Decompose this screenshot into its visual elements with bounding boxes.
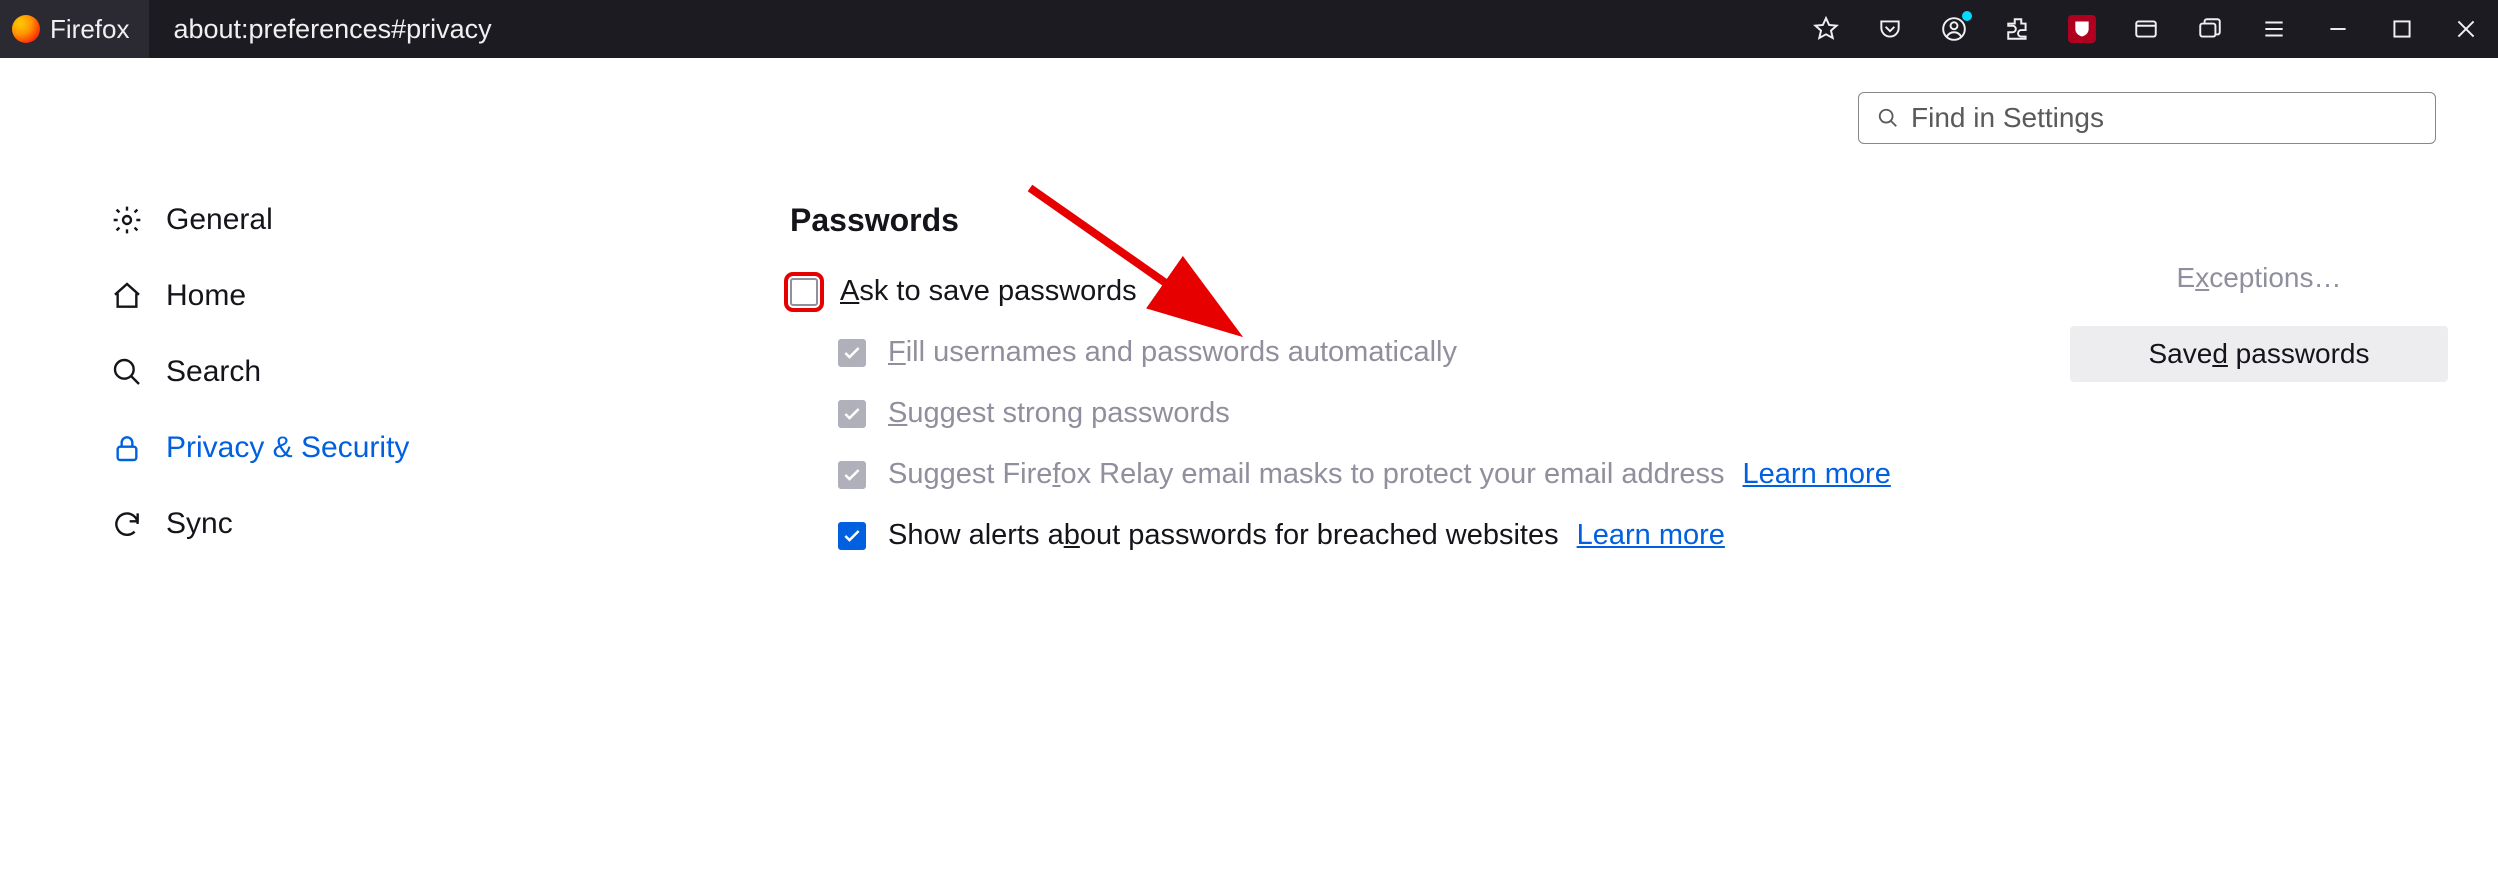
main-panel: Passwords Ask to save passwords Fill use… (490, 58, 2498, 880)
app-label: Firefox (0, 0, 149, 58)
checkbox-suggest-strong (838, 400, 866, 428)
app-menu-icon[interactable] (2260, 15, 2288, 43)
sidebar-item-label: General (166, 203, 273, 237)
option-label: Ask to save passwords (840, 275, 1137, 308)
sidebar-item-general[interactable]: General (110, 182, 490, 258)
bookmark-star-icon[interactable] (1812, 15, 1840, 43)
home-icon (110, 279, 144, 313)
saved-passwords-button[interactable]: Saved passwords (2070, 326, 2448, 382)
sidebar-icon[interactable] (2132, 15, 2160, 43)
exceptions-button: Exceptions… (2070, 250, 2448, 306)
content-area: Find in Settings General Home Search Pr (0, 58, 2498, 880)
titlebar: Firefox about:preferences#privacy (0, 0, 2498, 58)
extensions-icon[interactable] (2004, 15, 2032, 43)
ublock-icon[interactable] (2068, 15, 2096, 43)
gear-icon (110, 203, 144, 237)
sidebar-item-sync[interactable]: Sync (110, 486, 490, 562)
option-label: Suggest strong passwords (888, 397, 1230, 430)
window-minimize-icon[interactable] (2324, 15, 2352, 43)
option-suggest-relay: Suggest Firefox Relay email masks to pro… (838, 458, 2498, 491)
learn-more-breach-link[interactable]: Learn more (1577, 519, 1725, 552)
section-heading-passwords: Passwords (790, 202, 2498, 239)
search-icon (110, 355, 144, 389)
toolbar-right (1812, 0, 2498, 58)
sidebar-item-label: Sync (166, 507, 233, 541)
app-name: Firefox (50, 14, 129, 45)
button-label: Saved passwords (2148, 338, 2369, 370)
account-icon[interactable] (1940, 15, 1968, 43)
sidebar-item-label: Search (166, 355, 261, 389)
sidebar-item-search[interactable]: Search (110, 334, 490, 410)
window-maximize-icon[interactable] (2388, 15, 2416, 43)
sync-icon (110, 507, 144, 541)
tabs-icon[interactable] (2196, 15, 2224, 43)
side-buttons: Exceptions… Saved passwords (2070, 250, 2448, 382)
firefox-logo-icon (12, 15, 40, 43)
option-label: Show alerts about passwords for breached… (888, 519, 1559, 552)
sidebar-item-label: Home (166, 279, 246, 313)
sidebar-item-home[interactable]: Home (110, 258, 490, 334)
checkbox-ask-save[interactable] (790, 278, 818, 306)
option-label: Suggest Firefox Relay email masks to pro… (888, 458, 1725, 491)
url-text: about:preferences#privacy (173, 14, 491, 45)
pocket-icon[interactable] (1876, 15, 1904, 43)
lock-icon (110, 431, 144, 465)
sidebar-item-label: Privacy & Security (166, 431, 409, 465)
checkbox-fill-auto (838, 339, 866, 367)
sidebar: General Home Search Privacy & Security S… (0, 58, 490, 880)
button-label: Exceptions… (2177, 262, 2342, 294)
learn-more-relay-link[interactable]: Learn more (1743, 458, 1891, 491)
option-suggest-strong: Suggest strong passwords (838, 397, 2498, 430)
window-close-icon[interactable] (2452, 15, 2480, 43)
checkbox-breach-alerts[interactable] (838, 522, 866, 550)
option-label: Fill usernames and passwords automatical… (888, 336, 1457, 369)
option-breach-alerts[interactable]: Show alerts about passwords for breached… (838, 519, 2498, 552)
notification-dot-icon (1962, 11, 1972, 21)
checkbox-suggest-relay (838, 461, 866, 489)
sidebar-item-privacy[interactable]: Privacy & Security (110, 410, 490, 486)
